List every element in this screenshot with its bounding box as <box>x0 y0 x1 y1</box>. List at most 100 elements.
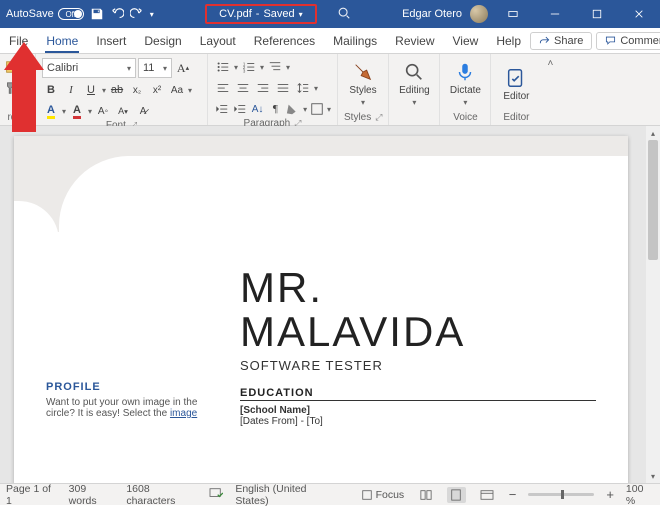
avatar[interactable] <box>470 5 488 23</box>
annotation-arrow <box>4 42 44 132</box>
superscript-icon[interactable]: x² <box>148 81 166 99</box>
editor-label: Editor <box>497 110 535 124</box>
group-editing: Editing▾ <box>389 54 440 125</box>
tab-layout[interactable]: Layout <box>191 28 245 54</box>
styles-label: Styles <box>344 112 371 123</box>
document-title[interactable]: CV.pdf - Saved ▾ <box>205 4 317 24</box>
status-bar: Page 1 of 1 309 words 1608 characters En… <box>0 483 660 505</box>
autosave-label: AutoSave <box>6 8 54 20</box>
subscript-icon[interactable]: x₂ <box>128 81 146 99</box>
read-mode-icon[interactable] <box>416 487 435 503</box>
ribbon-tabs: File Home Insert Design Layout Reference… <box>0 28 660 54</box>
tab-mailings[interactable]: Mailings <box>324 28 386 54</box>
minimize-button[interactable] <box>538 0 572 28</box>
show-marks-icon[interactable]: ¶ <box>267 100 283 118</box>
styles-button[interactable]: Styles▾ <box>344 58 382 110</box>
autosave-toggle[interactable]: AutoSave Off <box>6 8 84 20</box>
vertical-scrollbar[interactable]: ▴ ▾ <box>646 126 660 483</box>
highlight-icon[interactable]: A <box>42 102 60 120</box>
word-count[interactable]: 309 words <box>69 483 115 507</box>
align-right-icon[interactable] <box>254 79 272 97</box>
justify-icon[interactable] <box>274 79 292 97</box>
undo-icon[interactable] <box>110 7 124 21</box>
tab-review[interactable]: Review <box>386 28 443 54</box>
align-center-icon[interactable] <box>234 79 252 97</box>
bold-icon[interactable]: B <box>42 81 60 99</box>
editing-button[interactable]: Editing▾ <box>395 58 433 110</box>
underline-dropdown[interactable]: ▾ <box>102 86 106 95</box>
language[interactable]: English (United States) <box>235 483 336 507</box>
education-heading: EDUCATION <box>240 387 596 401</box>
tab-insert[interactable]: Insert <box>87 28 135 54</box>
focus-mode[interactable]: Focus <box>361 489 405 501</box>
name-line1: MR. <box>240 266 596 310</box>
font-size-select[interactable]: 11▾ <box>138 58 172 78</box>
close-button[interactable] <box>622 0 656 28</box>
page-count[interactable]: Page 1 of 1 <box>6 483 57 507</box>
font-name-select[interactable]: Calibri▾ <box>42 58 136 78</box>
group-editor: Editor Editor <box>491 54 541 125</box>
line-spacing-icon[interactable] <box>294 79 312 97</box>
multilevel-icon[interactable] <box>266 58 284 76</box>
redo-icon[interactable] <box>130 7 144 21</box>
school-dates: [Dates From] - [To] <box>240 416 323 427</box>
ribbon: rd⤢ Calibri▾ 11▾ A▴ B I U ▾ ab x₂ x² Aa … <box>0 54 660 126</box>
web-layout-icon[interactable] <box>478 487 497 503</box>
italic-icon[interactable]: I <box>62 81 80 99</box>
page[interactable]: PROFILE Want to put your own image in th… <box>14 136 628 483</box>
change-case-icon[interactable]: Aa <box>168 81 186 99</box>
numbering-icon[interactable]: 123 <box>240 58 258 76</box>
spellcheck-icon[interactable] <box>209 487 223 502</box>
decrease-indent-icon[interactable] <box>214 100 230 118</box>
shading-icon[interactable] <box>285 100 301 118</box>
scroll-thumb[interactable] <box>648 140 658 260</box>
zoom-in-icon[interactable]: + <box>606 487 614 502</box>
dictate-button[interactable]: Dictate▾ <box>446 58 484 110</box>
zoom-slider[interactable] <box>528 493 594 496</box>
tab-help[interactable]: Help <box>487 28 530 54</box>
clear-format-icon[interactable]: A̷ <box>134 102 152 120</box>
comments-button[interactable]: Comments <box>596 32 660 50</box>
title-bar: AutoSave Off ▾ CV.pdf - Saved ▾ Edgar Ot… <box>0 0 660 28</box>
zoom-level[interactable]: 100 % <box>626 483 654 507</box>
doc-name: CV.pdf <box>219 8 252 20</box>
increase-indent-icon[interactable] <box>232 100 248 118</box>
school-name: [School Name] <box>240 405 310 416</box>
profile-text: Want to put your own image in the circle… <box>46 397 216 419</box>
zoom-out-icon[interactable]: − <box>509 487 517 502</box>
print-layout-icon[interactable] <box>447 487 466 503</box>
sort-icon[interactable]: A↓ <box>250 100 266 118</box>
search-icon[interactable] <box>337 6 351 23</box>
voice-label: Voice <box>446 110 484 124</box>
user-name[interactable]: Edgar Otero <box>402 8 462 20</box>
collapse-ribbon-icon[interactable]: ˄ <box>548 58 554 69</box>
group-voice: Dictate▾ Voice <box>440 54 491 125</box>
document-area[interactable]: PROFILE Want to put your own image in th… <box>0 126 660 483</box>
group-paragraph: ▾ 123▾ ▾ ▾ A↓ ¶ ▾ ▾ Paragraph⤢ <box>208 54 338 125</box>
share-button[interactable]: Share <box>530 32 592 50</box>
shrink-font-icon[interactable]: A▾ <box>114 102 132 120</box>
tab-design[interactable]: Design <box>135 28 190 54</box>
scroll-down-icon[interactable]: ▾ <box>646 469 660 483</box>
grow-font-icon[interactable]: A▴ <box>174 59 192 77</box>
borders-icon[interactable] <box>309 100 325 118</box>
name-line2: MALAVIDA <box>240 310 596 354</box>
ribbon-display-icon[interactable] <box>496 0 530 28</box>
char-count[interactable]: 1608 characters <box>126 483 197 507</box>
save-icon[interactable] <box>90 7 104 21</box>
group-styles: Styles▾ Styles⤢ <box>338 54 389 125</box>
strikethrough-icon[interactable]: ab <box>108 81 126 99</box>
tab-references[interactable]: References <box>245 28 324 54</box>
scroll-up-icon[interactable]: ▴ <box>646 126 660 140</box>
maximize-button[interactable] <box>580 0 614 28</box>
save-state: Saved <box>263 8 294 20</box>
bullets-icon[interactable] <box>214 58 232 76</box>
align-left-icon[interactable] <box>214 79 232 97</box>
underline-icon[interactable]: U <box>82 81 100 99</box>
char-shading-icon[interactable]: A◦ <box>94 102 112 120</box>
toggle-off-icon: Off <box>58 8 84 20</box>
font-color-icon[interactable]: A <box>68 102 86 120</box>
tab-home[interactable]: Home <box>37 28 87 54</box>
tab-view[interactable]: View <box>444 28 488 54</box>
editor-button[interactable]: Editor <box>497 58 535 110</box>
